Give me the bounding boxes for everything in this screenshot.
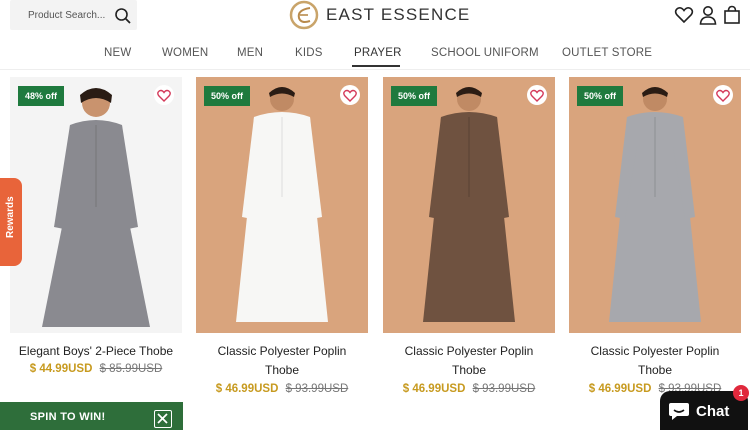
spin-to-win-banner[interactable]: SPIN TO WIN!	[0, 402, 183, 430]
product-image[interactable]: 50% off	[569, 77, 741, 333]
nav-item-women[interactable]: WOMEN	[162, 47, 208, 59]
sale-price: $ 46.99USD	[402, 383, 466, 395]
discount-badge: 50% off	[577, 86, 624, 106]
product-title-line: Classic Polyester Poplin	[590, 344, 720, 358]
logo-mark-icon	[289, 0, 319, 30]
rewards-tab[interactable]: Rewards	[0, 178, 22, 266]
thobe-figure-image	[423, 87, 515, 322]
product-title[interactable]: Elegant Boys' 2-Piece Thobe	[10, 342, 182, 361]
wishlist-heart-icon[interactable]	[527, 85, 547, 105]
main-nav: NEW WOMEN MEN KIDS PRAYER SCHOOL UNIFORM…	[0, 36, 750, 70]
rewards-label: Rewards	[5, 196, 16, 238]
discount-badge: 48% off	[18, 86, 65, 106]
wishlist-heart-icon[interactable]	[713, 85, 733, 105]
compare-price: $ 93.99USD	[472, 383, 536, 395]
product-title[interactable]: Classic Polyester Poplin Thobe	[196, 342, 368, 380]
spin-to-win-label: SPIN TO WIN!	[30, 411, 106, 423]
thobe-figure-image	[609, 87, 701, 322]
product-title-line: Thobe	[451, 363, 487, 377]
nav-item-kids[interactable]: KIDS	[295, 47, 323, 59]
thobe-figure-image	[42, 88, 150, 327]
sale-price: $ 44.99USD	[29, 363, 93, 375]
compare-price: $ 85.99USD	[99, 363, 163, 375]
discount-badge: 50% off	[204, 86, 251, 106]
thobe-figure-image	[236, 87, 328, 322]
product-title[interactable]: Classic Polyester Poplin Thobe	[383, 342, 555, 380]
header-actions	[674, 4, 742, 26]
nav-item-new[interactable]: NEW	[104, 47, 131, 59]
logo-text: EAST ESSENCE	[326, 5, 471, 24]
nav-item-men[interactable]: MEN	[237, 47, 263, 59]
brand-logo[interactable]: EAST ESSENCE	[289, 0, 470, 30]
search-icon[interactable]	[114, 7, 132, 30]
heart-icon[interactable]	[674, 4, 694, 26]
product-price-row: $ 44.99USD $ 85.99USD	[10, 363, 182, 375]
product-image[interactable]: 48% off	[10, 77, 182, 333]
product-title-line: Classic Polyester Poplin	[404, 344, 534, 358]
close-icon[interactable]	[154, 410, 172, 428]
chat-unread-badge: 1	[733, 385, 749, 401]
wishlist-heart-icon[interactable]	[154, 85, 174, 105]
product-title-line: Thobe	[264, 363, 300, 377]
product-title-line: Classic Polyester Poplin	[217, 344, 347, 358]
active-nav-indicator	[352, 65, 400, 67]
compare-price: $ 93.99USD	[285, 383, 349, 395]
site-header: Product Search... EAST ESSENCE	[0, 0, 750, 36]
chat-label: Chat	[696, 403, 730, 420]
discount-badge: 50% off	[391, 86, 438, 106]
bag-icon[interactable]	[722, 4, 742, 26]
nav-item-school-uniform[interactable]: SCHOOL UNIFORM	[431, 47, 539, 59]
product-title-line: Elegant Boys' 2-Piece Thobe	[18, 344, 174, 358]
user-icon[interactable]	[698, 4, 718, 26]
product-title[interactable]: Classic Polyester Poplin Thobe	[569, 342, 741, 380]
sale-price: $ 46.99USD	[588, 383, 652, 395]
nav-item-outlet-store[interactable]: OUTLET STORE	[562, 47, 652, 59]
nav-item-prayer[interactable]: PRAYER	[354, 47, 402, 59]
wishlist-heart-icon[interactable]	[340, 85, 360, 105]
product-price-row: $ 46.99USD $ 93.99USD	[196, 383, 368, 395]
product-title-line: Thobe	[637, 363, 673, 377]
product-price-row: $ 46.99USD $ 93.99USD	[383, 383, 555, 395]
chat-bubble-icon	[668, 401, 690, 426]
sale-price: $ 46.99USD	[215, 383, 279, 395]
search-placeholder: Product Search...	[28, 10, 106, 21]
product-image[interactable]: 50% off	[196, 77, 368, 333]
product-image[interactable]: 50% off	[383, 77, 555, 333]
search-input[interactable]: Product Search...	[10, 0, 137, 30]
